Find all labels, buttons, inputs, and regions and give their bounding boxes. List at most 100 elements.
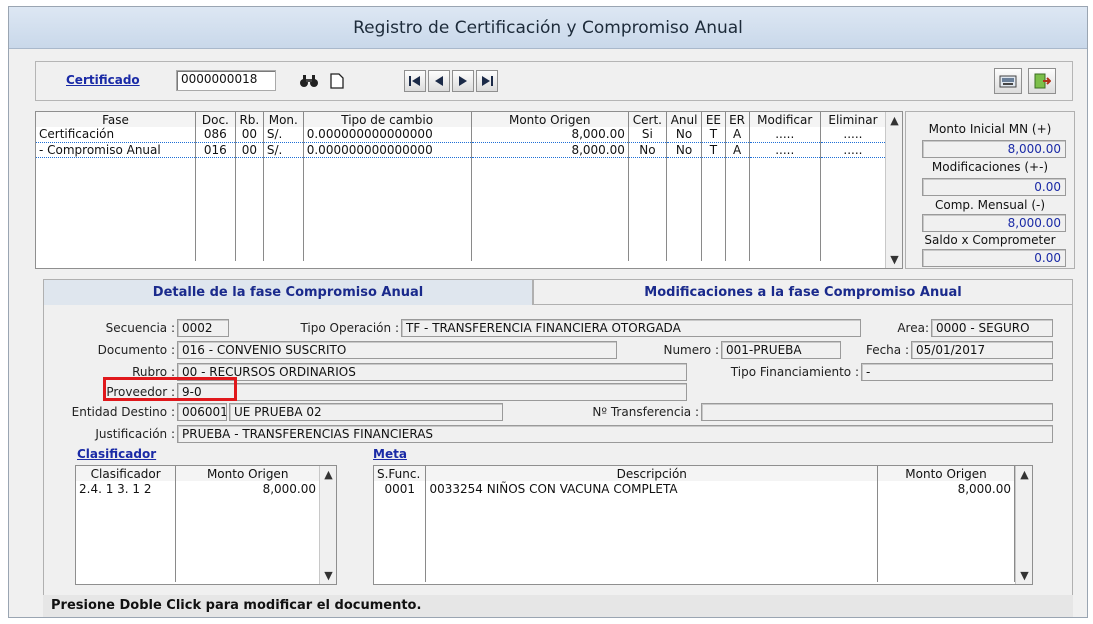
col-sfunc[interactable]: S.Func. [374,466,427,481]
cell-monto: 8,000.00 [877,481,1015,496]
col-cert[interactable]: Cert. [628,112,667,127]
tab-modificaciones[interactable]: Modificaciones a la fase Compromiso Anua… [533,279,1073,305]
cell-fase: Certificación [36,127,196,142]
table-row[interactable]: Certificación 086 00 S/. 0.0000000000000… [36,127,887,142]
cell-monto: 8,000.00 [471,127,629,142]
modificar-button[interactable]: ..... [749,141,821,158]
saldo-value: 0.00 [922,249,1066,267]
clasificador-table: Clasificador Monto Origen 2.4. 1 3. 1 2 … [76,466,320,582]
cell-er: A [725,141,750,158]
certificado-toolbar: Certificado 0000000018 [35,61,1073,101]
scroll-down-icon[interactable]: ▼ [1016,569,1033,582]
cell-descripcion: 0033254 NIÑOS CON VACUNA COMPLETA [425,481,879,496]
col-doc[interactable]: Doc. [195,112,236,127]
previous-record-button[interactable] [428,70,450,92]
table-row-empty [36,157,887,261]
modificaciones-value: 0.00 [922,178,1066,196]
fecha-label: Fecha : [865,343,909,357]
table-row-empty [374,496,1015,582]
col-mon[interactable]: Mon. [263,112,304,127]
col-ee[interactable]: EE [701,112,726,127]
cell-ee: T [701,127,726,142]
clasificador-header-row: Clasificador Monto Origen [76,466,320,481]
col-monto-origen[interactable]: Monto Origen [471,112,629,127]
next-record-button[interactable] [452,70,474,92]
scroll-down-icon[interactable]: ▼ [320,569,337,582]
binoculars-search-icon[interactable] [298,70,320,92]
cell-monto: 8,000.00 [471,141,629,158]
col-monto-origen[interactable]: Monto Origen [877,466,1015,481]
col-monto-origen[interactable]: Monto Origen [175,466,320,481]
numero-label: Numero : [663,343,719,357]
col-clasificador[interactable]: Clasificador [76,466,177,481]
cell-anul: No [666,127,703,142]
cell-sfunc: 0001 [374,481,427,496]
documento-label: Documento : [97,343,175,357]
scroll-up-icon[interactable]: ▲ [320,468,337,481]
last-record-button[interactable] [476,70,498,92]
rubro-field: 00 - RECURSOS ORDINARIOS [177,363,687,381]
col-modificar[interactable]: Modificar [749,112,821,127]
monto-inicial-label: Monto Inicial MN (+) [928,122,1052,136]
exit-icon[interactable] [1028,68,1056,94]
saldo-label: Saldo x Comprometer [924,233,1056,247]
documento-field: 016 - CONVENIO SUSCRITO [177,341,617,359]
entidad-name-field: UE PRUEBA 02 [229,403,503,421]
tipo-financiamiento-field: - [861,363,1053,381]
fases-scrollbar[interactable]: ▲ ▼ [885,112,902,268]
col-er[interactable]: ER [725,112,750,127]
tipo-financiamiento-label: Tipo Financiamiento : [730,365,859,379]
eliminar-button[interactable]: ..... [820,127,887,142]
cell-doc: 086 [195,127,236,142]
report-icon[interactable] [994,68,1022,94]
certificado-input[interactable]: 0000000018 [176,70,276,91]
first-record-button[interactable] [404,70,426,92]
col-fase[interactable]: Fase [36,112,196,127]
table-row[interactable]: 2.4. 1 3. 1 2 8,000.00 [76,481,320,496]
fases-table: Fase Doc. Rb. Mon. Tipo de cambio Monto … [36,112,887,261]
col-tipo-cambio[interactable]: Tipo de cambio [303,112,472,127]
eliminar-button[interactable]: ..... [820,141,887,158]
table-row-selected[interactable]: - Compromiso Anual 016 00 S/. 0.00000000… [36,141,887,158]
modificar-button[interactable]: ..... [749,127,821,142]
meta-scrollbar[interactable]: ▲ ▼ [1015,466,1032,584]
area-field: 0000 - SEGURO [931,319,1053,337]
area-label: Area: [897,321,929,335]
col-anul[interactable]: Anul [666,112,703,127]
certificado-link[interactable]: Certificado [66,73,140,87]
cell-tipo-cambio: 0.000000000000000 [303,127,472,142]
comp-mensual-value: 8,000.00 [922,214,1066,232]
secuencia-field: 0002 [177,319,229,337]
table-row[interactable]: 0001 0033254 NIÑOS CON VACUNA COMPLETA 8… [374,481,1015,496]
entidad-destino-label: Entidad Destino : [71,405,175,419]
scroll-down-icon[interactable]: ▼ [886,253,903,266]
cell-ee: T [701,141,726,158]
transferencia-label: Nº Transferencia : [592,405,699,419]
col-descripcion[interactable]: Descripción [425,466,879,481]
cell-cert: Si [628,127,667,142]
scroll-up-icon[interactable]: ▲ [1016,468,1033,481]
meta-table: S.Func. Descripción Monto Origen 0001 00… [374,466,1015,582]
cell-er: A [725,127,750,142]
entidad-code-field: 006001 [177,403,227,421]
clasificador-scrollbar[interactable]: ▲ ▼ [319,466,336,584]
cell-monto: 8,000.00 [175,481,320,496]
secuencia-label: Secuencia : [105,321,175,335]
col-eliminar[interactable]: Eliminar [820,112,887,127]
meta-link[interactable]: Meta [373,447,407,461]
modificaciones-label: Modificaciones (+-) [931,160,1049,174]
window-title: Registro de Certificación y Compromiso A… [9,7,1087,49]
col-rb[interactable]: Rb. [235,112,264,127]
cell-rb: 00 [235,141,264,158]
clasificador-link[interactable]: Clasificador [77,447,156,461]
tab-detalle[interactable]: Detalle de la fase Compromiso Anual [43,279,533,305]
cell-mon: S/. [263,141,304,158]
cell-mon: S/. [263,127,304,142]
tipo-operacion-label: Tipo Operación : [300,321,399,335]
justificacion-label: Justificación : [95,427,175,441]
cell-rb: 00 [235,127,264,142]
new-document-icon[interactable] [326,70,348,92]
proveedor-highlight-box [103,377,237,401]
summary-panel: Monto Inicial MN (+) 8,000.00 Modificaci… [905,111,1075,269]
scroll-up-icon[interactable]: ▲ [886,114,903,127]
